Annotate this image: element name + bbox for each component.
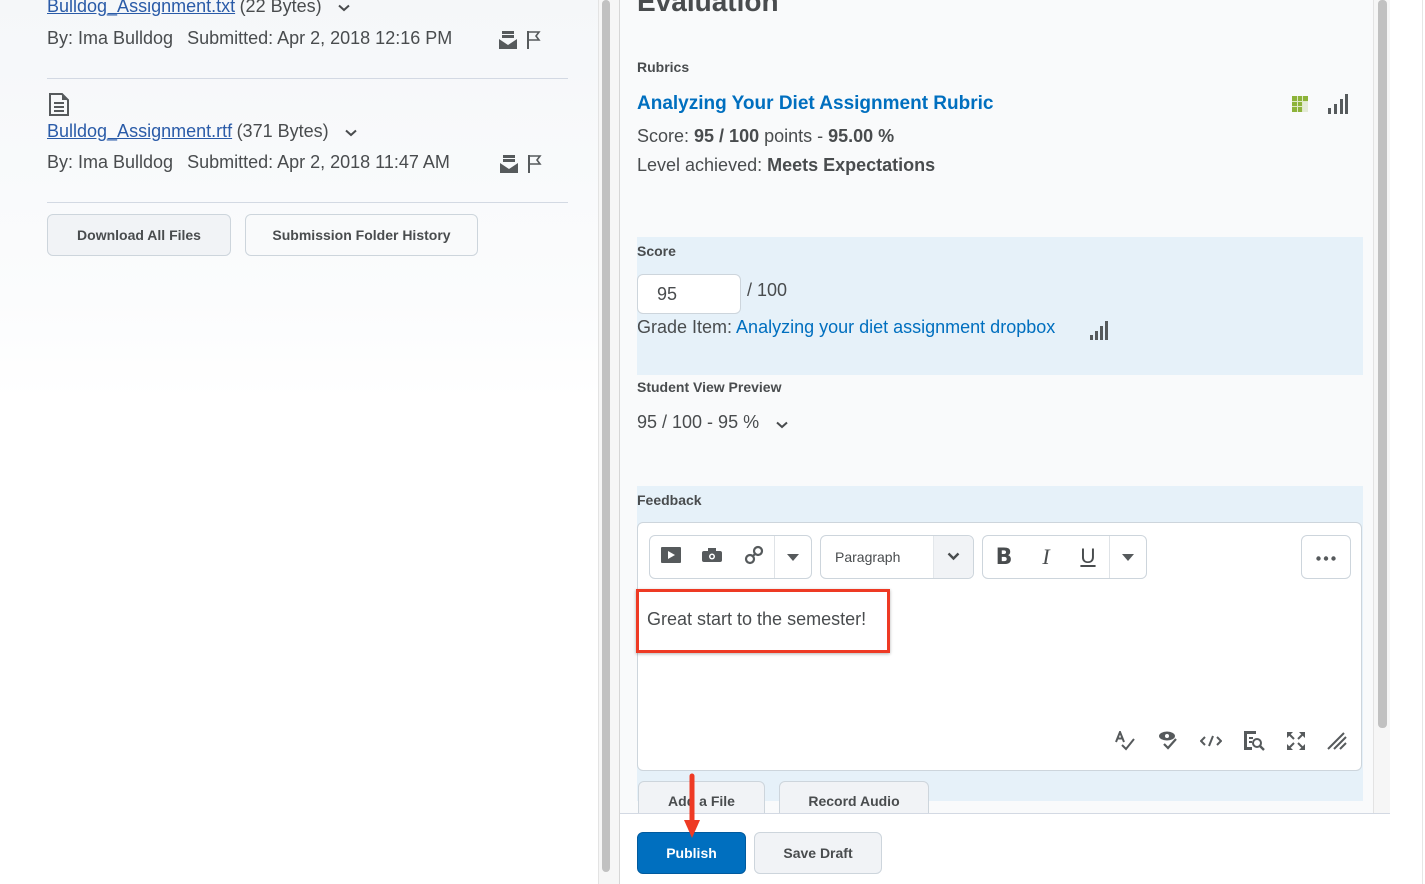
score-prefix: Score: — [637, 126, 695, 146]
bold-button[interactable]: B — [983, 536, 1025, 578]
preview-icon[interactable] — [1243, 730, 1265, 757]
left-panel-scrollbar[interactable] — [598, 0, 620, 884]
rubric-link[interactable]: Analyzing Your Diet Assignment Rubric — [637, 93, 993, 115]
chevron-down-icon[interactable] — [776, 413, 788, 434]
chevron-down-icon[interactable] — [345, 124, 357, 142]
feedback-label: Feedback — [637, 492, 702, 508]
flag-icon[interactable] — [526, 30, 542, 55]
rubrics-label: Rubrics — [637, 59, 690, 75]
rubric-score: Score: 95 / 100 points - 95.00 % — [637, 126, 894, 147]
submissions-panel: Bulldog_Assignment.txt (22 Bytes) By: Im… — [0, 0, 598, 884]
caret-down-icon — [787, 548, 800, 566]
scrollbar-thumb[interactable] — [1378, 0, 1387, 728]
spellcheck-icon[interactable] — [1114, 729, 1136, 756]
insert-image-button[interactable] — [691, 536, 732, 578]
grade-item: Grade Item: Analyzing your diet assignme… — [637, 317, 1055, 338]
student-view-text: 95 / 100 - 95 % — [637, 412, 760, 432]
grade-item-prefix: Grade Item: — [637, 317, 737, 337]
save-draft-button[interactable]: Save Draft — [754, 832, 882, 874]
accessibility-checker-icon[interactable] — [1157, 731, 1179, 756]
submission-folder-history-button[interactable]: Submission Folder History — [245, 214, 478, 256]
file-link[interactable]: Bulldog_Assignment.rtf — [47, 121, 232, 141]
submission-file-row: Bulldog_Assignment.rtf (371 Bytes) — [47, 121, 357, 142]
evaluation-footer: Publish Save Draft — [620, 813, 1390, 884]
divider — [47, 78, 568, 79]
submission-actions — [499, 154, 543, 179]
file-link[interactable]: Bulldog_Assignment.txt — [47, 0, 235, 16]
grade-item-link[interactable]: Analyzing your diet assignment dropbox — [736, 317, 1055, 337]
submission-file-row: Bulldog_Assignment.txt (22 Bytes) — [47, 0, 350, 17]
file-size: (371 Bytes) — [236, 121, 329, 141]
score-input[interactable]: 95 — [637, 274, 741, 314]
document-icon — [48, 92, 70, 122]
editor-status-bar — [1114, 729, 1347, 757]
submitted-date: Submitted: Apr 2, 2018 11:47 AM — [187, 152, 450, 172]
divider — [47, 202, 568, 203]
mark-read-icon[interactable] — [499, 154, 519, 179]
chevron-down-icon[interactable] — [338, 0, 350, 17]
score-value: 95 / 100 — [694, 126, 760, 146]
score-out-of: / 100 — [747, 280, 788, 300]
score-label: Score — [637, 243, 676, 259]
paragraph-select-value: Paragraph — [835, 549, 901, 565]
annotation-arrow-icon — [683, 772, 701, 847]
level-prefix: Level achieved: — [637, 155, 768, 175]
feedback-editor[interactable]: Paragraph B I U Great start to the semes… — [636, 522, 1362, 771]
text-format-toolbar-group: B I U — [982, 535, 1147, 579]
rubric-grid-icon[interactable] — [1292, 96, 1308, 117]
ellipsis-icon — [1316, 548, 1336, 566]
evaluation-panel: Evaluation Rubrics Analyzing Your Diet A… — [620, 0, 1390, 821]
evaluation-scrollbar[interactable] — [1373, 0, 1390, 813]
chevron-down-icon — [947, 548, 960, 566]
submission-meta: By: Ima Bulldog Submitted: Apr 2, 2018 11… — [47, 152, 450, 173]
italic-icon: I — [1042, 544, 1050, 569]
format-more-dropdown[interactable] — [1110, 536, 1146, 578]
feedback-text[interactable]: Great start to the semester! — [647, 609, 866, 630]
evaluation-heading: Evaluation — [637, 0, 779, 17]
caret-down-icon — [1122, 548, 1134, 566]
mark-read-icon[interactable] — [498, 30, 518, 55]
paragraph-format-select[interactable]: Paragraph — [820, 535, 974, 579]
paragraph-dropdown-toggle[interactable] — [933, 536, 973, 578]
underline-button[interactable]: U — [1067, 536, 1109, 578]
flag-icon[interactable] — [527, 154, 543, 179]
grade-stats-icon[interactable] — [1089, 320, 1109, 345]
insert-video-button[interactable] — [650, 536, 691, 578]
submitted-date: Submitted: Apr 2, 2018 12:16 PM — [187, 28, 453, 48]
insert-toolbar-group — [649, 535, 812, 579]
scrollbar-thumb[interactable] — [602, 0, 610, 872]
link-icon — [744, 545, 764, 570]
camera-icon — [702, 547, 723, 567]
student-view-value[interactable]: 95 / 100 - 95 % — [637, 412, 788, 434]
rubric-level: Level achieved: Meets Expectations — [637, 155, 935, 176]
more-options-button[interactable] — [1301, 535, 1351, 579]
bold-icon: B — [995, 544, 1013, 570]
window-edge — [1422, 0, 1423, 884]
submission-meta: By: Ima Bulldog Submitted: Apr 2, 2018 12… — [47, 28, 452, 49]
level-value: Meets Expectations — [767, 155, 936, 175]
score-percent: 95.00 % — [828, 126, 895, 146]
video-icon — [660, 546, 681, 568]
score-mid: points - — [759, 126, 829, 146]
submitted-by: By: Ima Bulldog — [47, 28, 174, 48]
submitted-by: By: Ima Bulldog — [47, 152, 174, 172]
file-size: (22 Bytes) — [239, 0, 322, 16]
source-code-icon[interactable] — [1199, 734, 1223, 753]
stats-icon[interactable] — [1327, 94, 1349, 119]
underline-icon: U — [1080, 545, 1096, 568]
score-section — [637, 237, 1363, 375]
italic-button[interactable]: I — [1025, 536, 1067, 578]
resize-handle-icon[interactable] — [1327, 732, 1347, 755]
submission-actions — [498, 30, 542, 55]
insert-link-button[interactable] — [733, 536, 774, 578]
fullscreen-icon[interactable] — [1286, 731, 1306, 756]
download-all-files-button[interactable]: Download All Files — [47, 214, 231, 256]
student-view-label: Student View Preview — [637, 379, 782, 395]
insert-more-dropdown[interactable] — [775, 536, 811, 578]
